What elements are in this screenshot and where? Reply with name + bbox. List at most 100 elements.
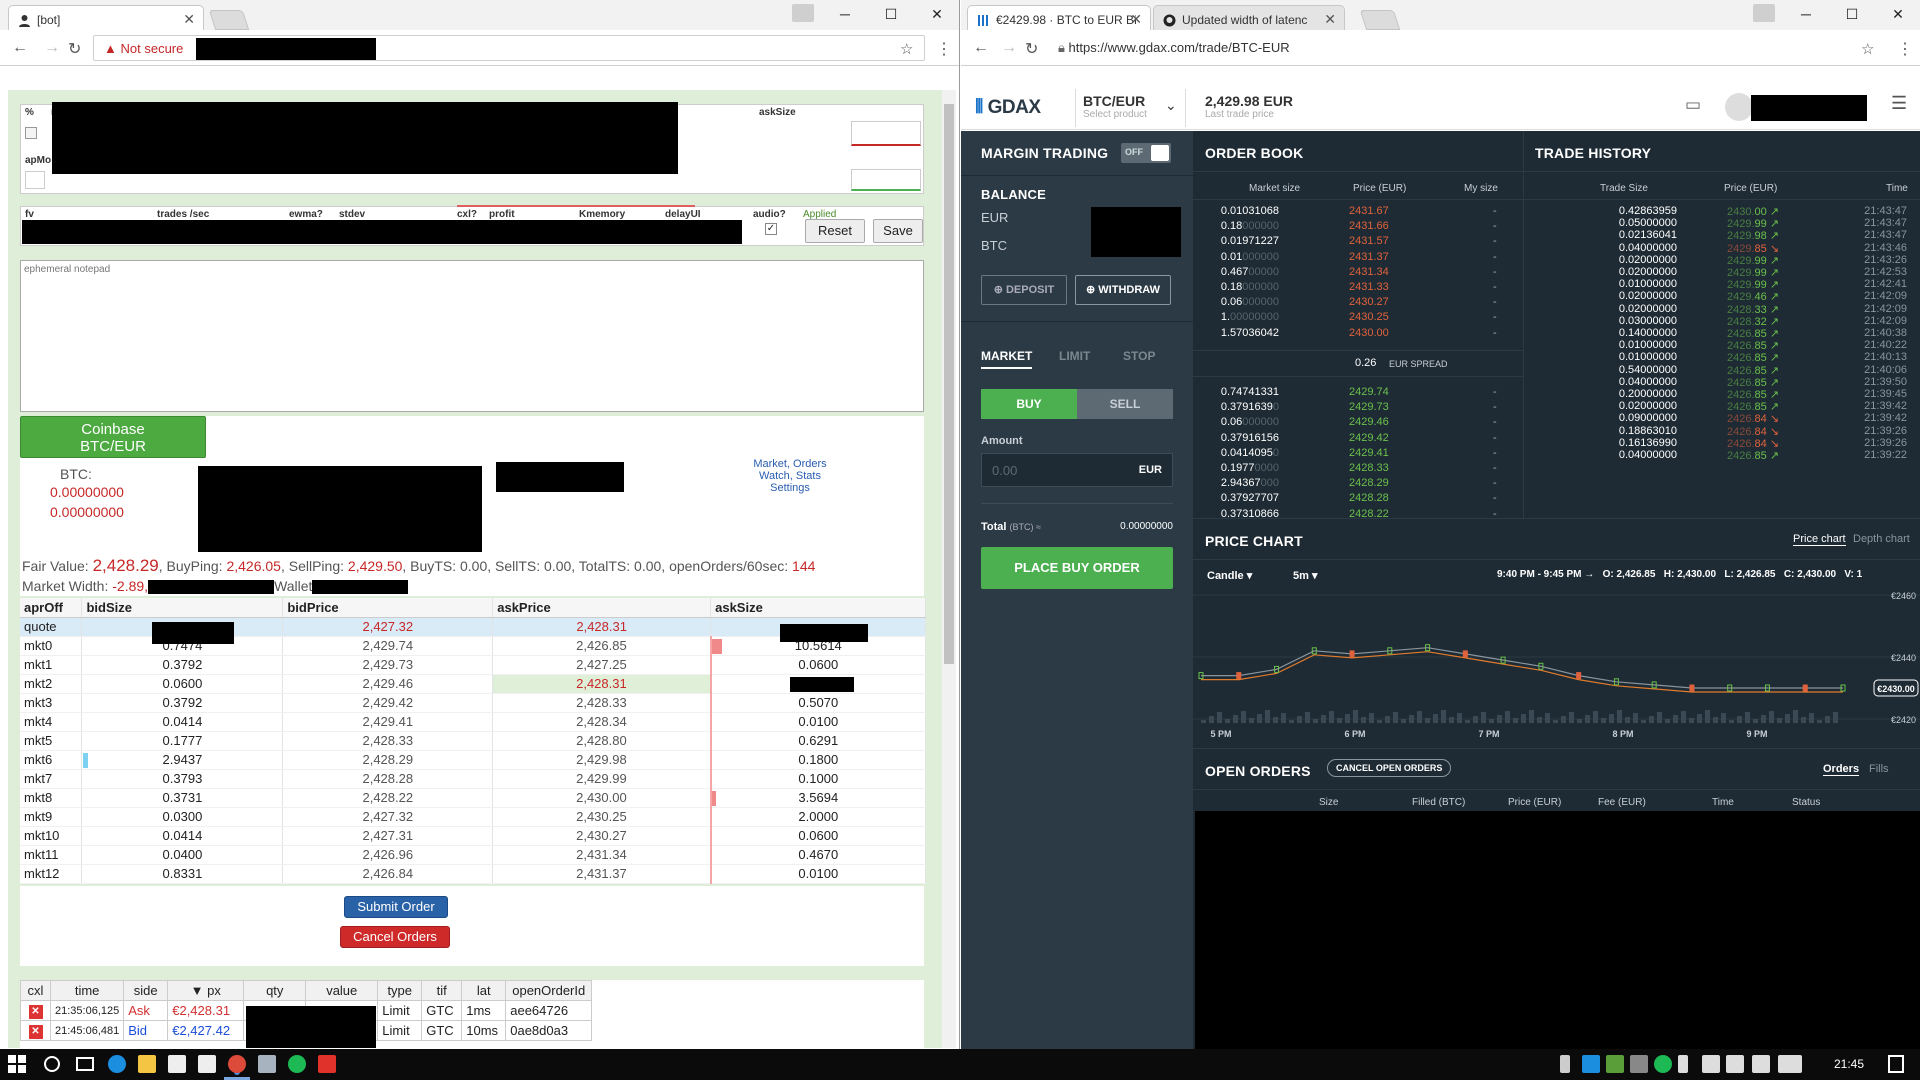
order-book-row[interactable]: 0.37916156 2429.42 - — [1193, 432, 1521, 447]
app-icon-2[interactable] — [318, 1055, 336, 1073]
order-book-row[interactable]: 1.00000000 2430.25 - — [1193, 311, 1521, 326]
tray-icon[interactable] — [1606, 1055, 1624, 1073]
orders-col-0[interactable]: cxl — [20, 980, 51, 1001]
order-book-row[interactable]: 0.74741331 2429.74 - — [1193, 386, 1521, 401]
link-settings[interactable]: Settings — [710, 482, 870, 494]
chrome-icon[interactable] — [228, 1055, 246, 1073]
close-window-icon[interactable]: ✕ — [914, 0, 959, 30]
cancel-open-orders-button[interactable]: CANCEL OPEN ORDERS — [1327, 759, 1452, 777]
keyboard-icon[interactable] — [1778, 1055, 1802, 1073]
orders-col-1[interactable]: time — [49, 980, 125, 1001]
tab-github[interactable]: Updated width of latenc ✕ — [1153, 5, 1345, 33]
order-book-row[interactable]: 0.04140950 2429.41 - — [1193, 447, 1521, 462]
reload-icon[interactable]: ↻ — [68, 39, 81, 59]
menu-dots-icon[interactable]: ⋮ — [1897, 39, 1913, 59]
place-buy-order-button[interactable]: PLACE BUY ORDER — [981, 547, 1173, 589]
network-icon[interactable] — [1702, 1055, 1720, 1073]
tab-stop[interactable]: STOP — [1123, 349, 1155, 363]
mail-icon[interactable] — [198, 1055, 216, 1073]
maximize-icon[interactable]: ☐ — [868, 0, 914, 30]
edge-icon[interactable] — [108, 1055, 126, 1073]
price-chart-svg[interactable]: €2460 €2440 €2420 5 PM 6 PM 7 PM 8 PM 9 PM €2430… — [1193, 585, 1920, 749]
tab-price-chart[interactable]: Price chart — [1793, 533, 1846, 546]
task-view-icon[interactable] — [76, 1057, 94, 1071]
minimize-icon[interactable]: ─ — [1783, 0, 1829, 30]
close-tab-icon[interactable]: ✕ — [1324, 11, 1336, 28]
menu-dots-icon[interactable]: ⋮ — [936, 39, 952, 59]
reload-icon[interactable]: ↻ — [1025, 39, 1038, 59]
submit-order-button[interactable]: Submit Order — [344, 896, 448, 918]
hamburger-menu-icon[interactable]: ☰ — [1891, 93, 1907, 114]
volume-icon[interactable] — [1726, 1055, 1744, 1073]
orders-col-4[interactable]: qty — [243, 980, 307, 1001]
order-book-row[interactable]: 0.06000000 2430.27 - — [1193, 296, 1521, 311]
pct-checkbox[interactable] — [25, 127, 37, 139]
clock[interactable]: 21:45 — [1834, 1057, 1864, 1071]
order-book-row[interactable]: 0.01971227 2431.57 - — [1193, 235, 1521, 250]
close-window-icon[interactable]: ✕ — [1875, 0, 1920, 30]
order-book-row[interactable]: 0.37927707 2428.28 - — [1193, 492, 1521, 507]
order-book-row[interactable]: 0.37916390 2429.73 - — [1193, 401, 1521, 416]
app-icon[interactable] — [258, 1055, 276, 1073]
cancel-orders-button[interactable]: Cancel Orders — [340, 926, 450, 948]
tray-icon[interactable] — [1630, 1055, 1648, 1073]
back-icon[interactable]: ← — [973, 39, 989, 57]
order-book-row[interactable]: 0.01031068 2431.67 - — [1193, 205, 1521, 220]
order-book-row[interactable]: 0.18000000 2431.33 - — [1193, 281, 1521, 296]
chat-icon[interactable]: ▭ — [1685, 95, 1701, 115]
audio-checkbox[interactable]: ✓ — [765, 223, 777, 235]
buy-tab-button[interactable]: BUY — [981, 389, 1077, 419]
link-watch-stats[interactable]: Watch, Stats — [710, 470, 870, 482]
minimize-icon[interactable]: ─ — [822, 0, 868, 30]
tray-icon[interactable] — [1582, 1055, 1600, 1073]
cancel-order-icon[interactable]: ✕ — [28, 1024, 43, 1039]
forward-icon[interactable]: → — [1001, 39, 1017, 57]
gdax-logo[interactable]: ⦀ GDAX — [975, 97, 1041, 119]
order-book-row[interactable]: 0.19770000 2428.33 - — [1193, 462, 1521, 477]
orders-col-2[interactable]: side — [123, 980, 169, 1001]
store-icon[interactable] — [168, 1055, 186, 1073]
omnibox-right[interactable]: 🔒︎ https://www.gdax.com/trade/BTC-EUR — [1048, 35, 1878, 61]
avatar[interactable] — [1725, 93, 1753, 121]
action-center-icon[interactable] — [1888, 1055, 1904, 1073]
deposit-button[interactable]: ⊕ DEPOSIT — [981, 275, 1067, 305]
battery-icon[interactable] — [1678, 1055, 1688, 1073]
order-book-row[interactable]: 0.46700000 2431.34 - — [1193, 266, 1521, 281]
cancel-order-icon[interactable]: ✕ — [28, 1004, 43, 1019]
tray-icon[interactable] — [1560, 1055, 1570, 1073]
scrollbar-thumb[interactable] — [944, 104, 954, 664]
orders-col-9[interactable]: openOrderId — [505, 980, 593, 1001]
margin-toggle[interactable]: OFF — [1121, 143, 1171, 163]
pen-icon[interactable] — [1752, 1055, 1770, 1073]
forward-icon[interactable]: → — [44, 39, 60, 57]
orders-col-7[interactable]: tif — [421, 980, 463, 1001]
bookmark-star-icon[interactable]: ☆ — [1861, 40, 1874, 58]
sell-tab-button[interactable]: SELL — [1077, 389, 1173, 419]
orders-col-3[interactable]: ▼ px — [167, 980, 245, 1001]
order-book-row[interactable]: 0.18000000 2431.66 - — [1193, 220, 1521, 235]
amount-input[interactable]: 0.00 EUR — [981, 453, 1173, 487]
maximize-icon[interactable]: ☐ — [1829, 0, 1875, 30]
chevron-down-icon[interactable]: ⌄ — [1165, 97, 1177, 114]
withdraw-button[interactable]: ⊕ WITHDRAW — [1075, 275, 1171, 305]
notepad-textarea[interactable]: ephemeral notepad — [20, 260, 924, 412]
profile-icon[interactable] — [1753, 4, 1775, 22]
order-book-row[interactable]: 0.01000000 2431.37 - — [1193, 251, 1521, 266]
tab-orders[interactable]: Orders — [1823, 763, 1860, 776]
spotify-icon[interactable] — [288, 1055, 306, 1073]
config-input[interactable] — [851, 169, 921, 191]
file-explorer-icon[interactable] — [138, 1055, 156, 1073]
order-book-row[interactable]: 0.06000000 2429.46 - — [1193, 416, 1521, 431]
back-icon[interactable]: ← — [12, 39, 28, 57]
new-tab-button[interactable] — [1359, 10, 1401, 30]
apmode-select[interactable] — [25, 171, 45, 189]
close-tab-icon[interactable]: ✕ — [1130, 11, 1142, 28]
close-tab-icon[interactable]: ✕ — [183, 11, 195, 28]
tab-limit[interactable]: LIMIT — [1059, 349, 1090, 363]
scrollbar[interactable] — [942, 90, 956, 1048]
orders-col-5[interactable]: value — [305, 980, 379, 1001]
profile-icon[interactable] — [792, 4, 814, 22]
tab-bot[interactable]: [bot] ✕ — [8, 5, 204, 33]
tab-market[interactable]: MARKET — [981, 349, 1033, 369]
orders-col-8[interactable]: lat — [461, 980, 507, 1001]
